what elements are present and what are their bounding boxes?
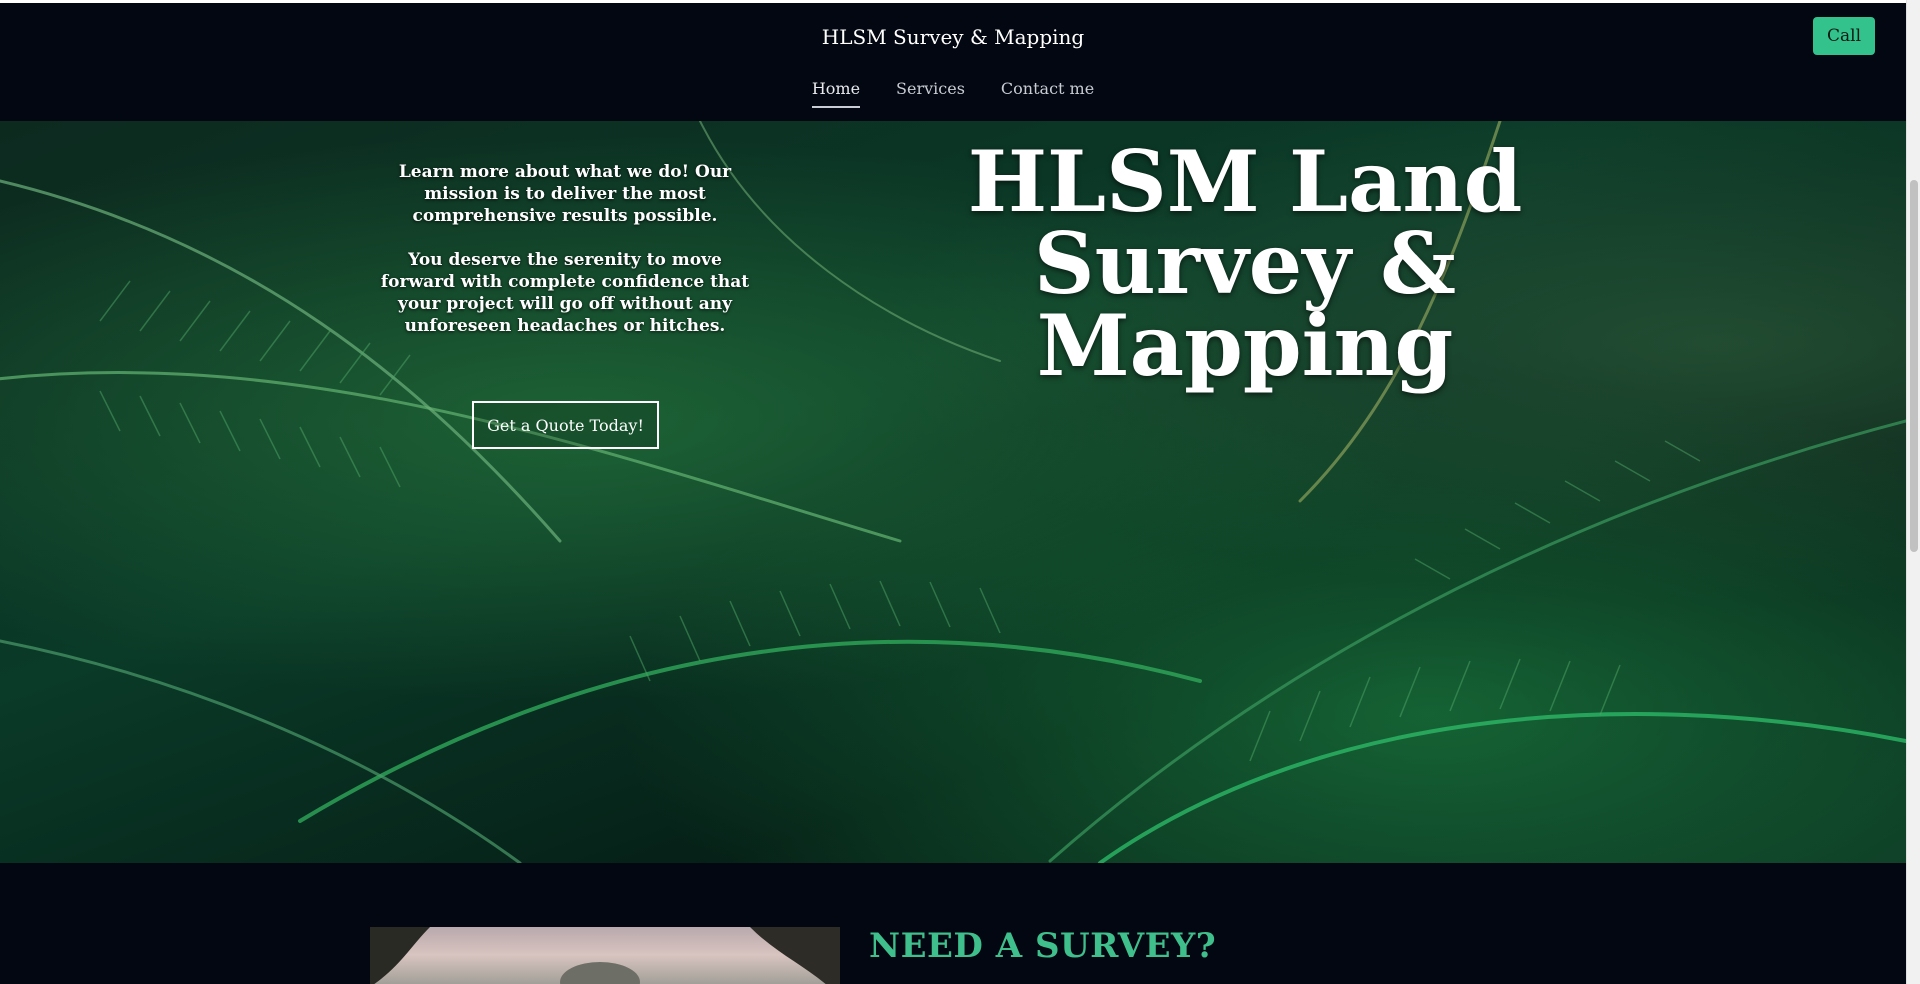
need-survey-heading: NEED A SURVEY? bbox=[869, 926, 1217, 966]
hero-paragraph-serenity: You deserve the serenity to move forward… bbox=[380, 250, 750, 336]
scrollbar-thumb[interactable] bbox=[1910, 180, 1918, 552]
page: HLSM Survey & Mapping Call Home Services… bbox=[0, 3, 1906, 984]
hero-text: Learn more about what we do! Our mission… bbox=[370, 161, 760, 337]
page-scrollbar[interactable] bbox=[1906, 0, 1920, 984]
site-title[interactable]: HLSM Survey & Mapping bbox=[0, 25, 1906, 49]
get-quote-button[interactable]: Get a Quote Today! bbox=[472, 401, 659, 449]
hero-heading: HLSM Land Survey & Mapping bbox=[967, 132, 1523, 395]
hero-paragraph-mission: Learn more about what we do! Our mission… bbox=[398, 162, 732, 226]
nav-item-services[interactable]: Services bbox=[896, 79, 965, 108]
call-button[interactable]: Call bbox=[1813, 17, 1875, 55]
hero-section: Learn more about what we do! Our mission… bbox=[0, 121, 1906, 863]
tree-silhouette-icon bbox=[370, 927, 840, 984]
nav-item-home[interactable]: Home bbox=[811, 79, 861, 108]
palm-leaves-photo bbox=[0, 121, 1906, 863]
nav-item-contact[interactable]: Contact me bbox=[1001, 79, 1094, 108]
main-nav: Home Services Contact me bbox=[0, 79, 1906, 108]
trees-photo bbox=[370, 927, 840, 984]
site-header: HLSM Survey & Mapping Call Home Services… bbox=[0, 3, 1906, 121]
about-section: NEED A SURVEY? bbox=[0, 863, 1906, 984]
